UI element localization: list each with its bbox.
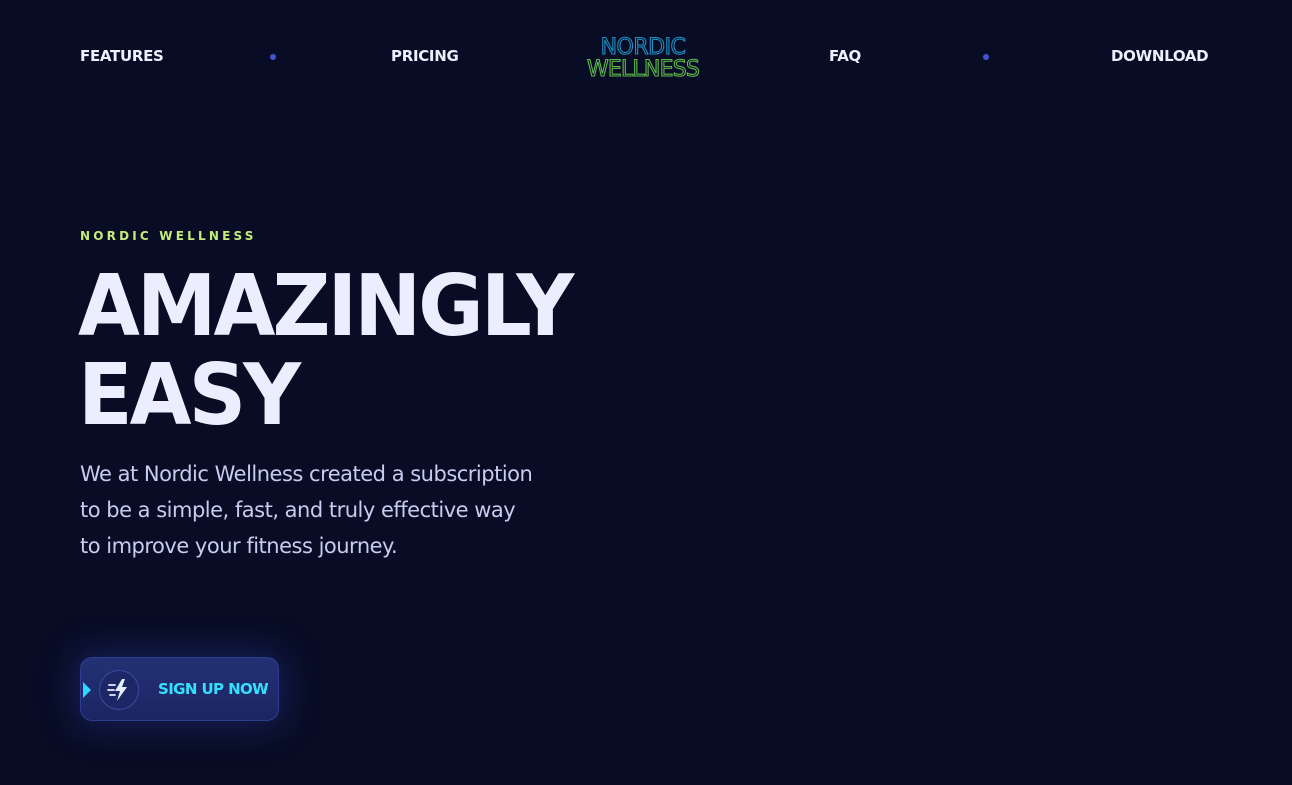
nav-separator-dot (270, 54, 276, 60)
nordic-wellness-logo[interactable]: NORDIC WELLNESS (560, 34, 726, 80)
logo-text-wellness: WELLNESS (587, 57, 699, 80)
hero-headline-line: AMAZINGLY (78, 256, 574, 356)
nav-link-features[interactable]: FEATURES (80, 46, 164, 66)
nav-link-pricing[interactable]: PRICING (391, 46, 459, 66)
play-indicator-icon (83, 682, 91, 698)
hero-headline: AMAZINGLY EASY (78, 256, 698, 445)
nav-link-download[interactable]: DOWNLOAD (1111, 46, 1209, 66)
hero-description: We at Nordic Wellness created a subscrip… (80, 462, 533, 558)
sign-up-button[interactable]: SIGN UP NOW (80, 657, 279, 721)
top-navigation: FEATURES PRICING NORDIC WELLNESS FAQ DOW… (0, 0, 1292, 112)
nav-link-faq[interactable]: FAQ (829, 46, 861, 66)
hero-eyebrow: NORDIC WELLNESS (80, 229, 257, 243)
hero-headline-line: EASY (78, 345, 301, 445)
nav-separator-dot (983, 54, 989, 60)
sign-up-button-label: SIGN UP NOW (158, 680, 269, 698)
lightning-speed-icon (99, 670, 139, 710)
